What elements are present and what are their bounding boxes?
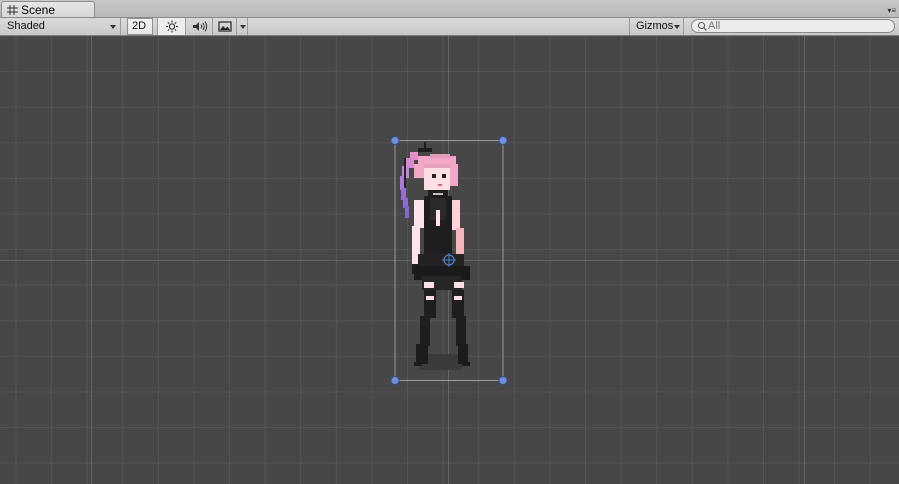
resize-handle-bottom-right[interactable]	[498, 376, 508, 385]
hierarchy-search	[691, 19, 895, 33]
chevron-down-icon	[240, 25, 246, 29]
lighting-toggle[interactable]	[157, 18, 185, 35]
gizmos-label: Gizmos	[636, 20, 674, 32]
2d-mode-label: 2D	[132, 20, 147, 32]
sun-icon	[166, 20, 178, 33]
audio-toggle[interactable]	[185, 18, 212, 35]
gizmos-dropdown[interactable]: Gizmos	[629, 18, 684, 35]
chevron-down-icon	[674, 25, 680, 29]
selected-sprite[interactable]	[0, 36, 899, 484]
draw-mode-dropdown[interactable]: Shaded	[0, 18, 121, 35]
image-icon	[218, 21, 232, 32]
speaker-icon	[193, 21, 208, 32]
resize-handle-bottom-left[interactable]	[390, 376, 400, 385]
resize-handle-top-right[interactable]	[498, 136, 508, 145]
search-input[interactable]	[708, 20, 888, 32]
2d-mode-toggle[interactable]: 2D	[127, 18, 153, 35]
context-menu-icon[interactable]: ▾≡	[887, 7, 896, 15]
draw-mode-label: Shaded	[7, 20, 45, 32]
pixel-character-sprite	[400, 142, 470, 366]
resize-handle-top-left[interactable]	[390, 136, 400, 145]
tab-scene[interactable]: Scene	[1, 1, 95, 17]
chevron-down-icon	[110, 25, 116, 29]
effects-dropdown[interactable]	[236, 18, 248, 35]
tab-label: Scene	[21, 3, 56, 17]
effects-toggle[interactable]	[212, 18, 236, 35]
tab-bar: Scene ▾≡	[0, 0, 899, 18]
grid-icon	[7, 5, 18, 15]
scene-viewport[interactable]	[0, 36, 899, 484]
search-icon[interactable]	[697, 21, 708, 32]
